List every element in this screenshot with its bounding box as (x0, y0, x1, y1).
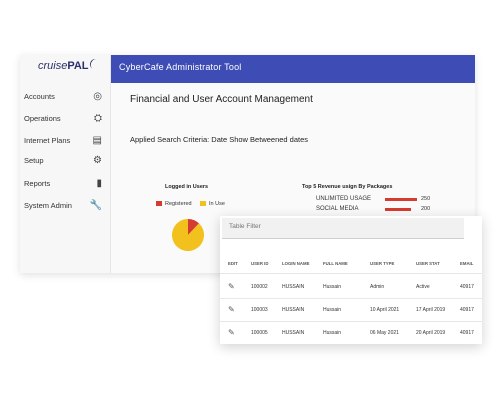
divider (220, 298, 482, 299)
cell-full-name: Hussain (323, 330, 342, 336)
cell-user-stat: 17 April 2019 (416, 307, 446, 313)
title-bar: CyberCafe Administrator Tool (111, 55, 475, 83)
pie-slice-in-use (172, 219, 204, 251)
sidebar-item-label: Accounts (24, 92, 55, 101)
column-header-user-type: USER TYPE (370, 261, 395, 266)
cell-user-id: 100003 (251, 307, 268, 313)
wrench-icon: 🔧 (89, 200, 102, 211)
cell-user-type: Admin (370, 284, 385, 290)
sidebar-item-setup[interactable]: Setup ⚙ (24, 154, 102, 168)
app-title: CyberCafe Administrator Tool (119, 62, 242, 72)
plans-icon: ▤ (92, 135, 102, 146)
account-circle-icon: ◎ (93, 91, 102, 102)
cell-login-name: HUSSAIN (282, 330, 305, 336)
legend-label: In Use (209, 201, 225, 207)
column-header-user-stat: USER STAT (416, 261, 440, 266)
cell-user-type: 06 May 2021 (370, 330, 399, 336)
sidebar-item-accounts[interactable]: Accounts ◎ (24, 90, 102, 104)
sidebar-item-operations[interactable]: Operations ⛭ (24, 112, 102, 126)
table-filter-input[interactable] (229, 223, 429, 230)
cell-login-name: HUSSAIN (282, 284, 305, 290)
column-header-full-name: FULL NAME (323, 261, 348, 266)
sidebar-item-label: Internet Plans (24, 136, 71, 145)
table-filter[interactable] (222, 218, 464, 239)
divider (220, 321, 482, 322)
cell-email: 40917 (460, 330, 474, 336)
cell-email: 40917 (460, 284, 474, 290)
sidebar-item-label: System Admin (24, 201, 72, 210)
revenue-bar (385, 198, 417, 201)
column-header-edit: EDIT (228, 261, 238, 266)
users-table-card: EDIT USER ID LOGIN NAME FULL NAME USER T… (220, 216, 482, 344)
cell-full-name: Hussain (323, 307, 342, 313)
cell-user-id: 100005 (251, 330, 268, 336)
bar-chart-icon: ▮ (96, 178, 102, 189)
legend-label: Registered (165, 201, 192, 207)
page-title: Financial and User Account Management (130, 94, 313, 105)
sidebar-item-reports[interactable]: Reports ▮ (24, 177, 102, 191)
cell-user-stat: 20 April 2019 (416, 330, 446, 336)
search-criteria: Applied Search Criteria: Date Show Betwe… (130, 135, 309, 144)
logged-users-pie (172, 219, 204, 251)
sidebar-item-system-admin[interactable]: System Admin 🔧 (24, 199, 102, 213)
operations-icon: ⛭ (94, 113, 102, 124)
revenue-chart-title: Top 5 Revenue usign By Packages (302, 184, 393, 190)
logo: cruisePAL (38, 57, 100, 72)
legend-registered: Registered (156, 201, 192, 207)
edit-icon[interactable]: ✎ (228, 282, 238, 292)
sidebar-item-internet-plans[interactable]: Internet Plans ▤ (24, 134, 102, 148)
sidebar-item-label: Reports (24, 179, 51, 188)
revenue-bar (385, 208, 411, 211)
cell-login-name: HUSSAIN (282, 307, 305, 313)
sidebar: cruisePAL Accounts ◎ Operations ⛭ Intern… (20, 55, 111, 273)
legend-in-use: In Use (200, 201, 225, 207)
cell-email: 40917 (460, 307, 474, 313)
revenue-value-label: 200 (421, 206, 431, 212)
sidebar-item-label: Operations (24, 114, 61, 123)
legend-swatch (200, 201, 206, 206)
cell-user-type: 10 April 2021 (370, 307, 400, 313)
edit-icon[interactable]: ✎ (228, 328, 238, 338)
column-header-email: EMAIL (460, 261, 474, 266)
column-header-login-name: LOGIN NAME (282, 261, 310, 266)
edit-icon[interactable]: ✎ (228, 305, 238, 315)
divider (220, 273, 482, 274)
logged-users-title: Logged in Users (165, 184, 209, 190)
gear-icon: ⚙ (93, 155, 102, 166)
column-header-user-id: USER ID (251, 261, 269, 266)
legend-swatch (156, 201, 162, 206)
revenue-category-label: SOCIAL MEDIA (316, 206, 359, 212)
cell-full-name: Hussain (323, 284, 342, 290)
revenue-value-label: 250 (421, 196, 431, 202)
cell-user-id: 100002 (251, 284, 268, 290)
sidebar-item-label: Setup (24, 156, 44, 165)
cell-user-stat: Active (416, 284, 430, 290)
revenue-category-label: UNLIMITED USAGE (316, 196, 372, 202)
